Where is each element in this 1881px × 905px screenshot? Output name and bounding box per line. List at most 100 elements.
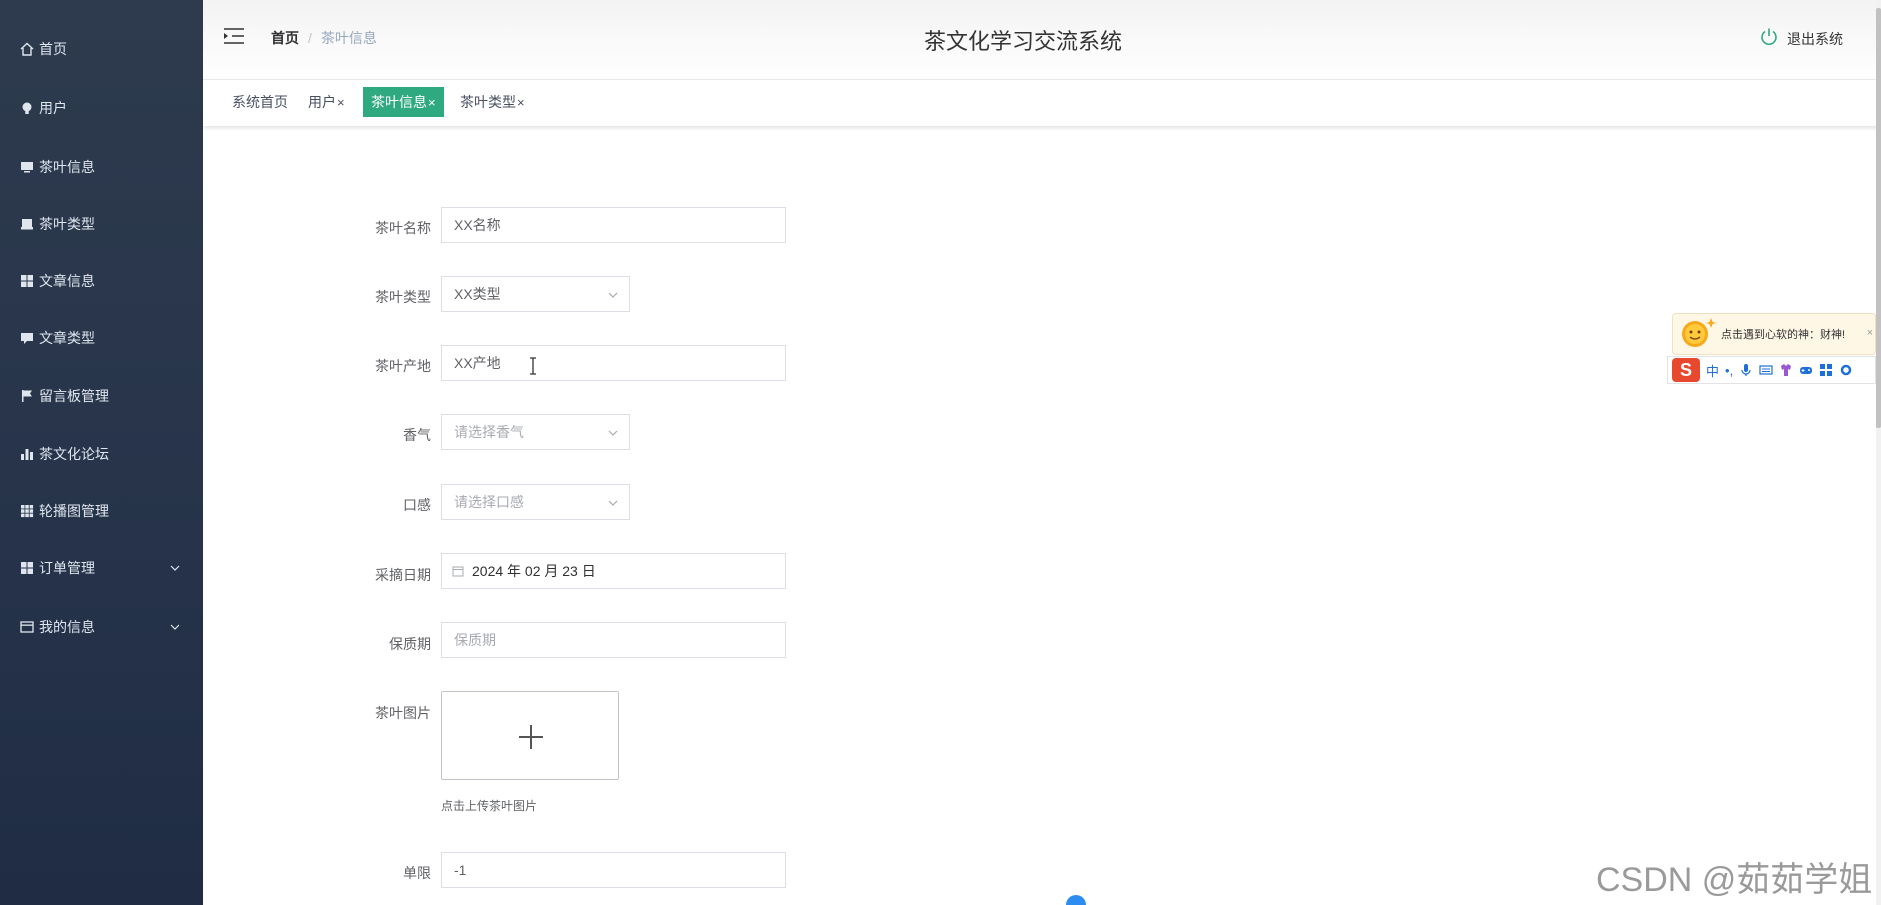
text-cursor-icon — [528, 357, 538, 380]
tea-name-input[interactable]: XX名称 — [441, 207, 786, 243]
sidebar-item-label: 订单管理 — [39, 560, 95, 576]
sidebar-item-label: 文章信息 — [39, 273, 95, 289]
shelf-life-label: 保质期 — [389, 636, 431, 652]
tea-origin-input[interactable]: XX产地 — [441, 345, 786, 381]
sidebar-item-article-type[interactable]: 文章类型 — [0, 318, 203, 358]
flag-icon — [19, 388, 35, 404]
shelf-life-placeholder: 保质期 — [454, 632, 496, 648]
tag-label: 用户 — [308, 94, 336, 110]
sidebar-item-forum[interactable]: 茶文化论坛 — [0, 434, 203, 474]
sidebar-item-label: 留言板管理 — [39, 388, 109, 404]
top-header: 首页 / 茶叶信息 茶文化学习交流系统 退出系统 — [203, 0, 1878, 80]
settings-icon[interactable] — [1839, 363, 1853, 377]
tag-label: 茶叶类型 — [460, 94, 516, 110]
taste-select[interactable]: 请选择口感 — [441, 484, 630, 520]
sidebar-item-label: 首页 — [39, 41, 67, 57]
csdn-watermark: CSDN @茹茹学姐 — [1596, 861, 1873, 899]
taste-label: 口感 — [403, 497, 431, 513]
chevron-down-icon — [169, 561, 181, 577]
tag-users[interactable]: 用户× — [304, 87, 349, 117]
shelf-life-input[interactable]: 保质期 — [441, 622, 786, 658]
sidebar-item-home[interactable]: 首页 — [0, 29, 203, 69]
taste-placeholder: 请选择口感 — [454, 494, 524, 510]
tags-view: 系统首页 用户× 茶叶信息× 茶叶类型× — [203, 80, 1878, 126]
ime-punct-toggle[interactable]: •, — [1725, 363, 1733, 378]
tea-origin-label: 茶叶产地 — [375, 358, 431, 374]
chevron-down-icon — [169, 620, 181, 636]
close-icon[interactable]: × — [517, 95, 525, 110]
ime-toolbar: S 中 •, — [1667, 356, 1876, 384]
grid-icon — [19, 560, 35, 576]
sidebar-item-tea-type[interactable]: 茶叶类型 — [0, 204, 203, 244]
tea-image-label: 茶叶图片 — [375, 705, 431, 721]
page-scrollbar-thumb[interactable] — [1876, 8, 1881, 428]
sidebar-item-users[interactable]: 用户 — [0, 88, 203, 128]
sidebar-item-my-info[interactable]: 我的信息 — [0, 607, 203, 647]
sogou-logo[interactable]: S — [1672, 358, 1700, 382]
pick-date-value: 2024 年 02 月 23 日 — [472, 563, 596, 579]
apps-icon — [19, 503, 35, 519]
sidebar-item-message-board[interactable]: 留言板管理 — [0, 376, 203, 416]
limit-value: -1 — [454, 862, 467, 878]
pick-date-picker[interactable]: 2024 年 02 月 23 日 — [441, 553, 786, 589]
sun-mascot-icon — [1677, 315, 1717, 354]
chevron-down-icon — [607, 288, 619, 304]
tag-tea-type[interactable]: 茶叶类型× — [456, 87, 529, 117]
home-icon — [19, 41, 35, 57]
card-icon — [19, 619, 35, 635]
close-icon[interactable]: × — [1867, 327, 1873, 339]
limit-input[interactable]: -1 — [441, 852, 786, 888]
scroll-indicator-dot[interactable] — [1066, 895, 1086, 905]
comment-icon — [19, 330, 35, 346]
sidebar-item-label: 我的信息 — [39, 619, 95, 635]
ime-lang-toggle[interactable]: 中 — [1706, 361, 1719, 380]
bulb-icon — [19, 100, 35, 116]
tag-system-home[interactable]: 系统首页 — [228, 87, 292, 117]
ime-tip-text: 点击遇到心软的神：财神! — [1721, 329, 1846, 341]
tea-type-value: XX类型 — [454, 286, 501, 302]
logout-label: 退出系统 — [1787, 30, 1843, 47]
bar-chart-icon — [19, 446, 35, 462]
grid-icon — [19, 273, 35, 289]
skin-icon[interactable] — [1779, 363, 1793, 377]
logout-button[interactable]: 退出系统 — [1759, 27, 1843, 50]
aroma-placeholder: 请选择香气 — [454, 424, 524, 440]
tea-name-label: 茶叶名称 — [375, 220, 431, 236]
plus-icon — [517, 723, 545, 756]
sidebar-item-orders[interactable]: 订单管理 — [0, 548, 203, 588]
tag-tea-info[interactable]: 茶叶信息× — [363, 87, 444, 117]
printer-icon — [19, 216, 35, 232]
aroma-select[interactable]: 请选择香气 — [441, 414, 630, 450]
limit-label: 单限 — [403, 865, 431, 881]
sidebar-item-label: 用户 — [39, 100, 67, 116]
monitor-icon — [19, 159, 35, 175]
chevron-down-icon — [607, 426, 619, 442]
ime-tip-bubble[interactable]: 点击遇到心软的神：财神! × — [1672, 313, 1876, 355]
close-icon[interactable]: × — [337, 95, 345, 110]
sidebar: 首页 用户 茶叶信息 茶叶类型 文章信息 文章类型 留言板管理 茶文化论坛 轮播… — [0, 0, 203, 905]
sidebar-item-label: 文章类型 — [39, 330, 95, 346]
aroma-label: 香气 — [403, 427, 431, 443]
microphone-icon[interactable] — [1739, 363, 1753, 377]
sidebar-item-tea-info[interactable]: 茶叶信息 — [0, 147, 203, 187]
image-upload-box[interactable] — [441, 691, 619, 780]
pick-date-label: 采摘日期 — [375, 567, 431, 583]
tea-type-select[interactable]: XX类型 — [441, 276, 630, 312]
system-title: 茶文化学习交流系统 — [923, 29, 1122, 54]
tag-label: 茶叶信息 — [371, 94, 427, 110]
sidebar-item-label: 茶文化论坛 — [39, 446, 109, 462]
tag-label: 系统首页 — [232, 94, 288, 110]
keyboard-icon[interactable] — [1759, 363, 1773, 377]
close-icon[interactable]: × — [428, 95, 436, 110]
calendar-icon — [452, 565, 464, 577]
gamepad-icon[interactable] — [1799, 363, 1813, 377]
upload-hint: 点击上传茶叶图片 — [441, 799, 538, 813]
toolbox-icon[interactable] — [1819, 363, 1833, 377]
tea-origin-value: XX产地 — [454, 355, 501, 371]
tea-name-value: XX名称 — [454, 217, 501, 233]
sidebar-item-article-info[interactable]: 文章信息 — [0, 261, 203, 301]
sidebar-item-carousel[interactable]: 轮播图管理 — [0, 491, 203, 531]
power-icon — [1759, 27, 1779, 50]
sidebar-item-label: 轮播图管理 — [39, 503, 109, 519]
sidebar-item-label: 茶叶信息 — [39, 159, 95, 175]
